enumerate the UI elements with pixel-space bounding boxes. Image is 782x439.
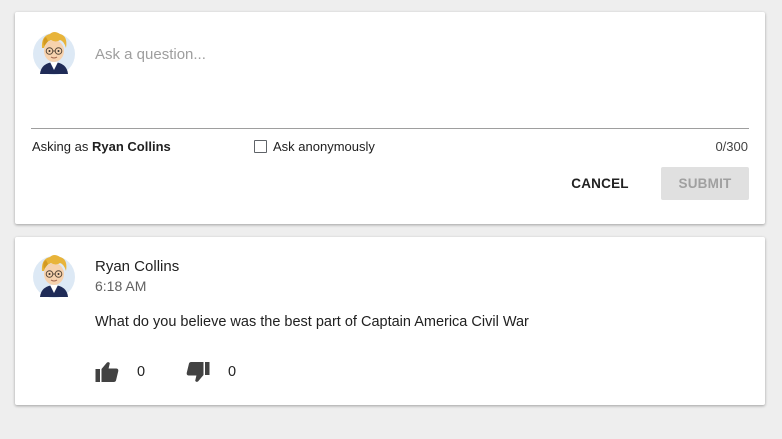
like-count: 0 (137, 364, 146, 380)
dislike-button[interactable]: 0 (186, 361, 236, 383)
question-post-card: Ryan Collins 6:18 AM What do you believe… (15, 237, 765, 405)
thumbs-up-icon[interactable] (95, 361, 119, 383)
character-count: 0/300 (715, 139, 748, 154)
user-avatar-icon (32, 251, 76, 299)
input-divider (31, 128, 749, 129)
ask-anonymously-option[interactable]: Ask anonymously (254, 139, 375, 154)
user-avatar-icon (32, 28, 76, 76)
post-question-text: What do you believe was the best part of… (95, 314, 529, 330)
asking-as-label: Asking as Ryan Collins (32, 139, 171, 154)
post-author-name[interactable]: Ryan Collins (95, 258, 179, 275)
thumbs-down-icon[interactable] (186, 361, 210, 383)
question-input[interactable] (95, 42, 735, 66)
ask-anonymously-label: Ask anonymously (273, 139, 375, 154)
submit-button[interactable]: SUBMIT (661, 167, 749, 200)
like-button[interactable]: 0 (95, 361, 145, 383)
ask-question-card: Asking as Ryan Collins Ask anonymously 0… (15, 12, 765, 224)
post-timestamp: 6:18 AM (95, 278, 147, 294)
cancel-button[interactable]: CANCEL (565, 167, 635, 200)
asking-as-prefix: Asking as (32, 139, 89, 154)
dislike-count: 0 (228, 364, 237, 380)
asking-as-name: Ryan Collins (92, 139, 171, 154)
ask-anonymously-checkbox[interactable] (254, 140, 267, 153)
